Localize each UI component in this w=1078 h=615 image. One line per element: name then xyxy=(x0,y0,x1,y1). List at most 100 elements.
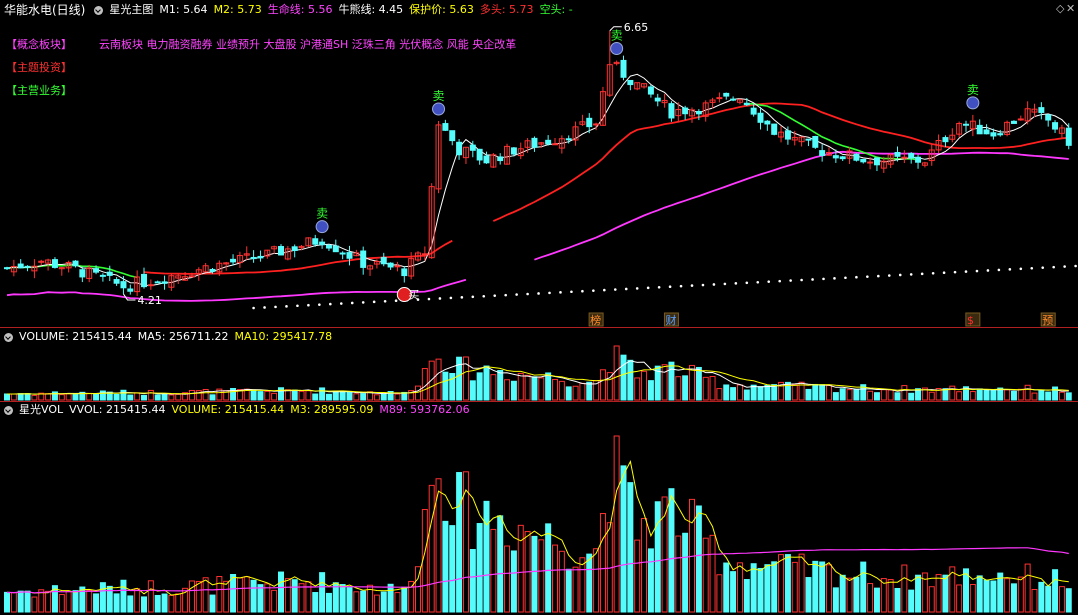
volume-bar xyxy=(86,392,93,401)
vvol-bar xyxy=(764,564,771,613)
volume-bar xyxy=(504,379,511,401)
candle-body xyxy=(79,269,86,278)
volume-bar xyxy=(558,380,565,401)
volume-bar xyxy=(113,393,120,401)
volume-bar xyxy=(853,388,860,401)
vvol-bar xyxy=(709,534,716,613)
candle-body xyxy=(319,241,326,246)
volume-bar xyxy=(613,345,620,401)
candle-body xyxy=(997,133,1004,136)
candle-body xyxy=(257,255,264,259)
candle-body xyxy=(154,281,161,284)
vvol-bar xyxy=(188,580,195,613)
candle-body xyxy=(278,246,284,256)
low-label: 4.21 xyxy=(137,294,162,307)
dotted-trend-dot xyxy=(778,279,781,283)
volume-bar xyxy=(627,359,634,401)
dotted-trend-dot xyxy=(329,302,332,306)
vvol-bar xyxy=(442,520,449,613)
vvol-bar xyxy=(812,560,819,613)
vvol-bar xyxy=(887,579,894,613)
vvol-bar xyxy=(168,594,175,613)
vvol-bar xyxy=(730,571,737,613)
vvol-bar xyxy=(147,580,154,613)
candle-body xyxy=(1017,118,1024,121)
dotted-trend-dot xyxy=(942,271,946,275)
buy-signal-label: 买 xyxy=(408,289,419,302)
vvol-bar xyxy=(380,591,387,613)
vvol-bar xyxy=(319,572,326,613)
dotted-trend-dot xyxy=(866,275,869,278)
volume-bar xyxy=(31,394,38,401)
volume-bar xyxy=(668,361,675,401)
vvol-bar xyxy=(743,579,750,613)
candle-body xyxy=(476,148,483,161)
candle-body xyxy=(894,151,901,157)
vvol-bar xyxy=(538,539,545,613)
candle-body xyxy=(1038,107,1045,113)
dotted-trend-dot xyxy=(635,287,639,290)
volume-bar xyxy=(141,394,147,401)
vvol-bar xyxy=(750,563,757,613)
volume-bar xyxy=(1004,389,1011,401)
sell-signal-label: 卖 xyxy=(967,83,979,97)
candle-body xyxy=(860,158,867,163)
candle-body xyxy=(99,274,106,277)
candle-body xyxy=(113,279,120,284)
dotted-trend-dot xyxy=(986,269,990,272)
vvol-bar xyxy=(695,505,702,613)
volume-bar xyxy=(750,384,757,401)
vvol-bar xyxy=(613,435,620,613)
volume-bar xyxy=(757,386,764,401)
event-marker-label: 榜 xyxy=(590,313,601,327)
candle-body xyxy=(867,161,874,164)
volume-bar xyxy=(168,394,175,401)
vvol-bar xyxy=(778,554,785,613)
vvol-bar xyxy=(271,589,278,613)
vvol-bar xyxy=(476,523,483,613)
vvol-bar xyxy=(654,501,661,613)
volume-bar xyxy=(65,393,72,401)
dotted-trend-dot xyxy=(372,300,376,304)
volume-bar xyxy=(202,388,209,401)
volume-bar xyxy=(620,354,627,401)
vvol-bar xyxy=(113,593,120,613)
volume-bar xyxy=(524,374,531,401)
volume-bar xyxy=(606,372,613,401)
life-line-segment-1 xyxy=(6,278,467,302)
volume-bar xyxy=(743,389,750,401)
vvol-m3-line xyxy=(6,459,1069,596)
vvol-bar xyxy=(908,589,915,613)
vvol-bar xyxy=(928,586,935,613)
dotted-trend-dot xyxy=(1008,268,1012,271)
volume-bar xyxy=(380,393,387,401)
candle-body xyxy=(942,137,949,143)
vvol-bar xyxy=(976,575,983,613)
vvol-bar xyxy=(387,583,394,613)
vvol-bar xyxy=(127,595,134,613)
candle-body xyxy=(750,107,757,115)
volume-bar xyxy=(908,392,915,401)
volume-bar xyxy=(278,387,284,401)
dotted-trend-dot xyxy=(394,299,398,303)
candle-body xyxy=(401,268,408,277)
candle-body xyxy=(339,252,346,255)
vvol-bar xyxy=(565,568,572,613)
dotted-trend-dot xyxy=(449,296,453,300)
dotted-trend-dot xyxy=(427,297,431,301)
volume-bar xyxy=(72,392,79,401)
volume-bar xyxy=(271,392,278,401)
vvol-bar xyxy=(483,500,490,613)
dotted-trend-dot xyxy=(887,274,891,277)
ma5-white-line xyxy=(6,73,1070,287)
volume-bar xyxy=(250,389,257,401)
candle-body xyxy=(421,253,428,256)
vvol-bar xyxy=(456,472,463,613)
candle-body xyxy=(1045,114,1052,121)
candle-body xyxy=(757,112,764,123)
vvol-bar xyxy=(1024,563,1031,613)
dotted-trend-dot xyxy=(855,275,858,279)
price-chart[interactable]: 卖卖卖卖买6.654.21榜财 $ 预 xyxy=(0,0,1078,615)
candle-body xyxy=(483,155,490,164)
dotted-trend-dot xyxy=(646,286,650,290)
